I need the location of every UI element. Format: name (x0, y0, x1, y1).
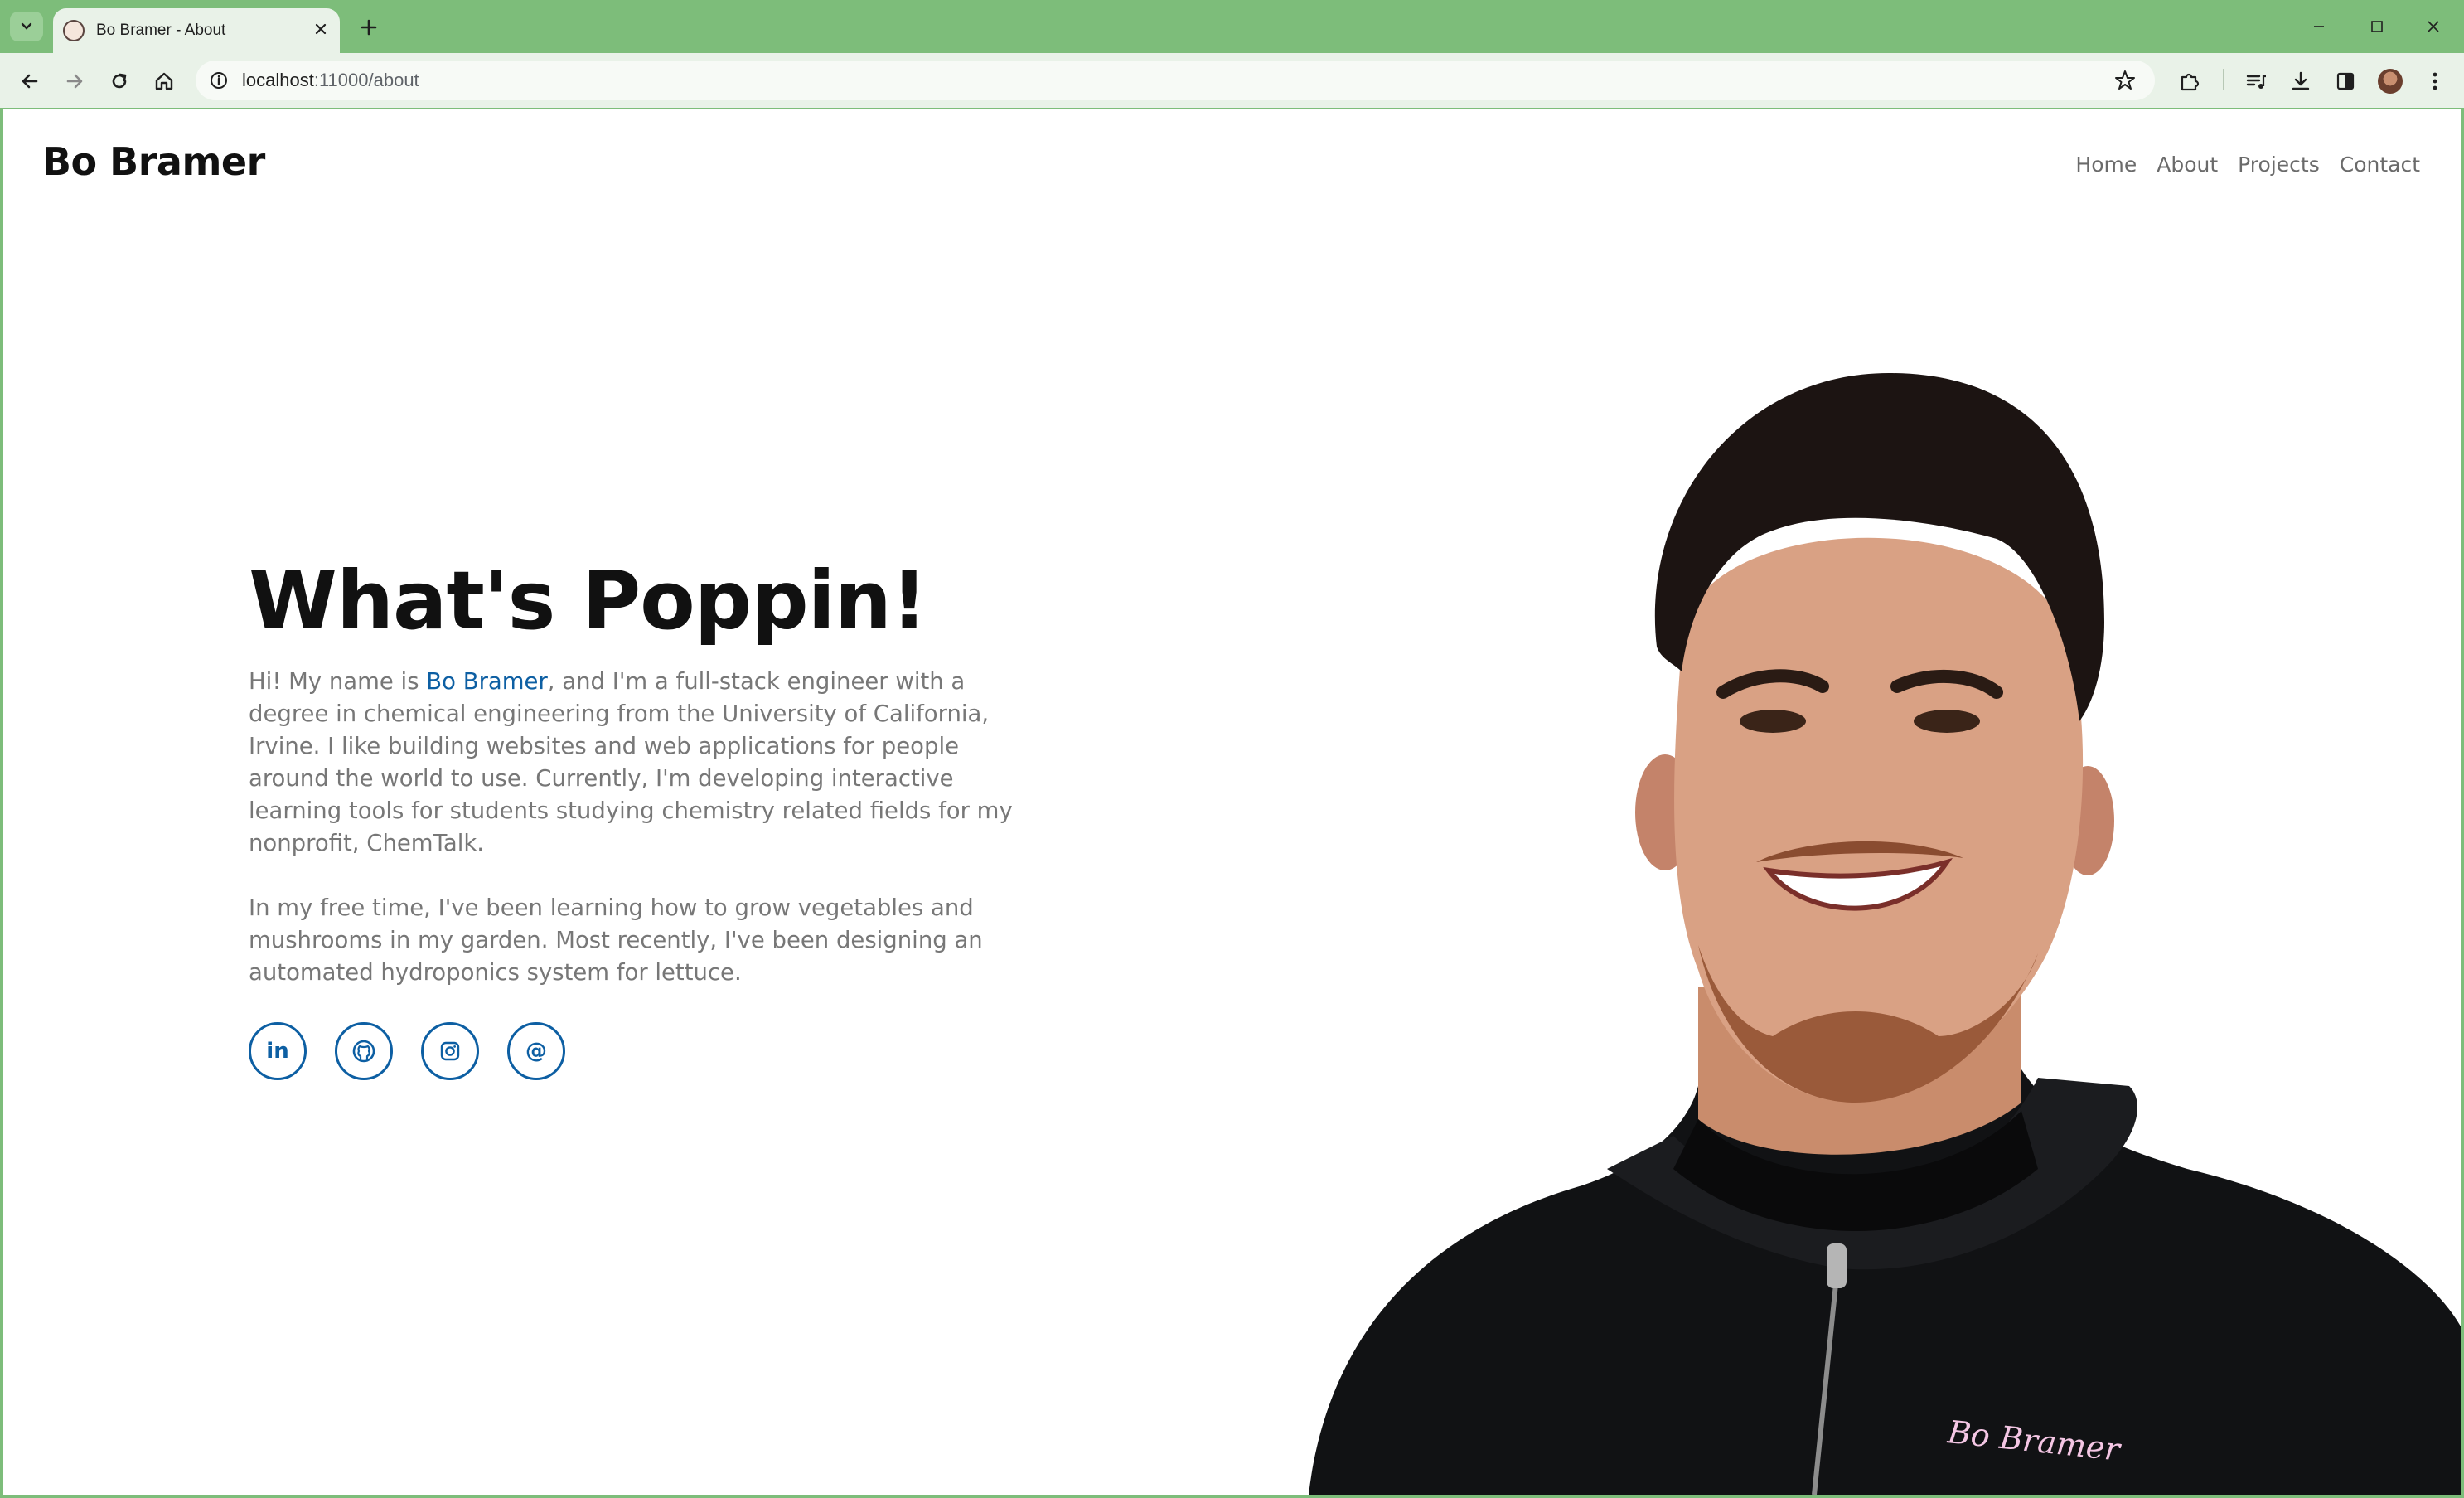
github-button[interactable] (335, 1021, 393, 1080)
profile-photo: Bo Bramer (1309, 373, 2461, 1495)
instagram-button[interactable] (421, 1021, 479, 1080)
profile-avatar-icon (2378, 69, 2403, 94)
forward-button[interactable] (58, 65, 91, 98)
nav-about[interactable]: About (2157, 153, 2218, 177)
intro-paragraph: Hi! My name is Bo Bramer, and I'm a full… (249, 666, 1044, 860)
download-icon (2292, 71, 2310, 90)
toolbar-divider (2223, 69, 2224, 90)
playlist-icon (2246, 75, 2266, 89)
tab-close-button[interactable] (313, 22, 328, 41)
more-vertical-icon (2433, 72, 2437, 90)
intro-text-end: , and I'm a full-stack engineer with a d… (249, 667, 1013, 856)
url-host: localhost (242, 70, 314, 90)
name-link[interactable]: Bo Bramer (426, 668, 547, 695)
puzzle-icon (2181, 73, 2200, 91)
at-sign-icon: @ (525, 1038, 547, 1064)
main-nav: Home About Projects Contact (2075, 153, 2420, 177)
extensions-button[interactable] (2173, 65, 2206, 98)
side-panel-button[interactable] (2329, 65, 2362, 98)
browser-toolbar: localhost:11000/about (0, 53, 2464, 108)
downloads-button[interactable] (2284, 65, 2317, 98)
reload-icon (112, 73, 127, 89)
home-icon (155, 72, 173, 90)
back-button[interactable] (13, 65, 46, 98)
arrow-left-icon (22, 74, 38, 89)
close-window-button[interactable] (2408, 12, 2458, 41)
hobby-paragraph: In my free time, I've been learning how … (249, 894, 983, 986)
browser-tab-active[interactable]: Bo Bramer - About (53, 8, 340, 53)
close-icon (315, 23, 327, 34)
profile-button[interactable] (2374, 65, 2407, 98)
minimize-button[interactable] (2294, 12, 2344, 41)
intro-text-start: Hi! My name is (249, 667, 427, 695)
minimize-icon (2314, 26, 2324, 27)
tab-search-button[interactable] (10, 12, 43, 41)
nav-home[interactable]: Home (2075, 153, 2137, 177)
site-favicon-icon (63, 20, 85, 41)
github-icon (352, 1040, 375, 1062)
url-text[interactable]: localhost:11000/about (242, 70, 419, 91)
instagram-icon (440, 1041, 460, 1060)
media-controls-button[interactable] (2239, 65, 2273, 98)
chevron-down-icon (21, 22, 32, 30)
nav-contact[interactable]: Contact (2340, 153, 2420, 177)
home-button[interactable] (148, 65, 181, 98)
menu-button[interactable] (2418, 65, 2452, 98)
address-bar[interactable]: localhost:11000/about (196, 61, 2155, 100)
linkedin-icon: in (266, 1038, 289, 1064)
linkedin-button[interactable]: in (249, 1021, 307, 1080)
social-links: in @ (249, 1021, 1044, 1080)
page-title: What's Poppin! (249, 554, 927, 647)
bookmark-star-icon[interactable] (2113, 69, 2137, 96)
maximize-button[interactable] (2352, 12, 2402, 41)
maximize-icon (2371, 21, 2383, 32)
plus-icon (361, 19, 377, 36)
site-logo[interactable]: Bo Bramer (42, 139, 265, 184)
tab-title: Bo Bramer - About (96, 22, 226, 39)
side-panel-icon (2336, 72, 2355, 90)
hero-content: What's Poppin! Hi! My name is Bo Bramer,… (249, 554, 1044, 1080)
email-button[interactable]: @ (507, 1021, 565, 1080)
arrow-right-icon (66, 74, 83, 89)
new-tab-button[interactable] (355, 13, 383, 41)
nav-projects[interactable]: Projects (2238, 153, 2320, 177)
close-icon (2428, 21, 2439, 32)
page-viewport: Bo Bramer Home About Projects Contact Wh… (3, 109, 2461, 1495)
url-path: :11000/about (313, 70, 419, 90)
tab-strip: Bo Bramer - About (0, 0, 2464, 53)
reload-button[interactable] (103, 65, 136, 98)
site-info-icon[interactable] (207, 69, 230, 92)
